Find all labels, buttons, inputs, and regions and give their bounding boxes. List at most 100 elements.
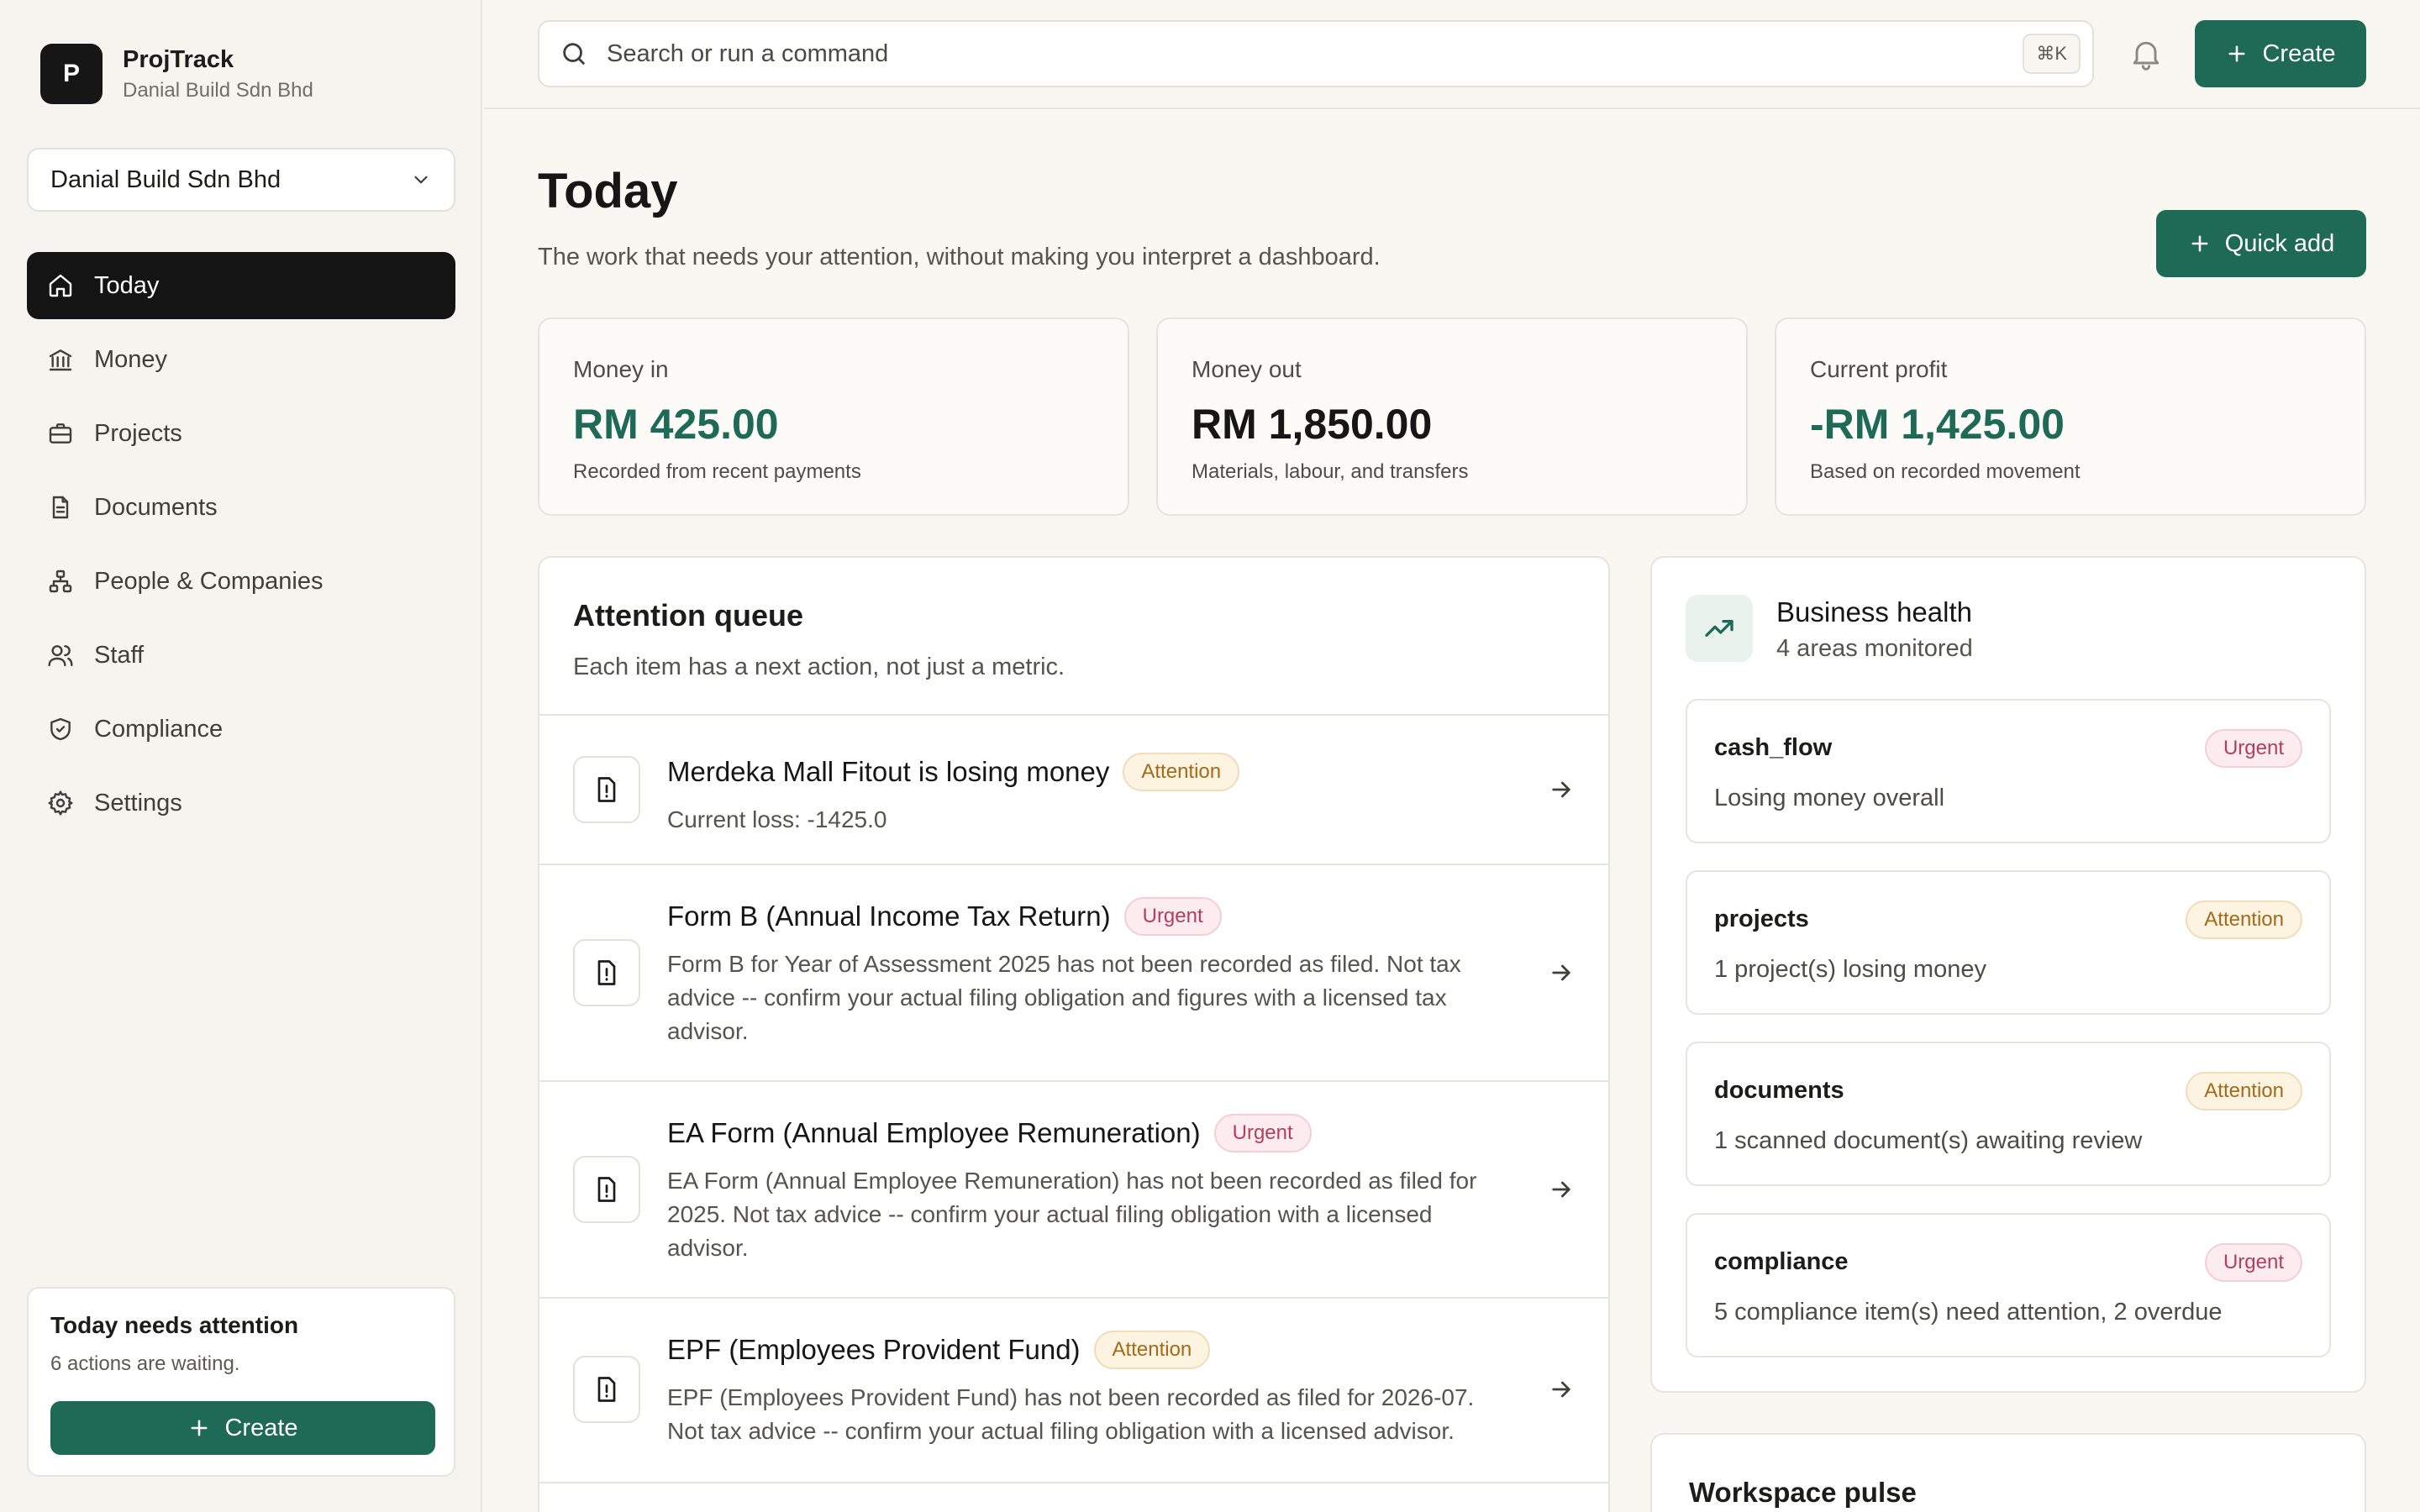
arrow-right-icon[interactable] (1548, 776, 1575, 803)
status-badge: Urgent (1213, 1114, 1312, 1152)
stat-label: Current profit (1810, 356, 1948, 382)
chevron-down-icon (414, 176, 428, 184)
sidebar-item-label: People & Companies (94, 567, 324, 595)
organization-select-value: Danial Build Sdn Bhd (50, 165, 281, 193)
plus-icon (2191, 235, 2208, 252)
stat-label: Money out (1192, 356, 1302, 382)
health-card-description: 1 project(s) losing money (1714, 956, 1986, 983)
business-health-subtitle: 4 areas monitored (1776, 635, 1973, 662)
sidebar-item-today[interactable]: Today (27, 252, 455, 319)
search-placeholder: Search or run a command (607, 39, 889, 67)
arrow-right-icon[interactable] (1548, 1376, 1575, 1403)
stat-value: -RM 1,425.00 (1810, 401, 2065, 448)
status-badge: Urgent (2204, 729, 2302, 768)
sidebar-nav: Today Money Projects Documents People & … (27, 252, 455, 843)
stat-value: RM 1,850.00 (1192, 401, 1433, 448)
status-badge: Attention (2186, 1072, 2302, 1110)
status-badge: Urgent (2204, 1243, 2302, 1282)
status-badge: Urgent (1123, 897, 1222, 936)
users-icon (48, 645, 73, 667)
attention-summary-title: Today needs attention (50, 1312, 299, 1338)
gear-icon (48, 790, 73, 816)
brand[interactable]: P ProjTrack Danial Build Sdn Bhd (40, 44, 313, 104)
alert-document-icon (573, 1156, 640, 1223)
brand-name: ProjTrack (123, 45, 234, 73)
shield-icon (50, 717, 71, 741)
shortcut-hint: ⌘K (2023, 34, 2081, 74)
workspace-pulse-panel: Workspace pulse (1650, 1433, 2366, 1512)
queue-item-title: Merdeka Mall Fitout is losing money (667, 756, 1110, 787)
health-card-name: compliance (1714, 1248, 1849, 1275)
health-card-name: cash_flow (1714, 734, 1833, 761)
queue-item[interactable]: Merdeka Mall Fitout is losing money Atte… (539, 716, 1608, 865)
queue-item[interactable]: EA Form (Annual Employee Remuneration) U… (539, 1082, 1608, 1299)
attention-queue: Attention queue Each item has a next act… (538, 556, 1610, 1512)
sidebar-item-documents[interactable]: Documents (27, 474, 455, 541)
stat-money-in[interactable]: Money in RM 425.00 Recorded from recent … (538, 318, 1129, 516)
arrow-right-icon[interactable] (1548, 959, 1575, 986)
document-icon (52, 496, 69, 519)
briefcase-icon (49, 423, 72, 444)
queue-item-description: Current loss: -1425.0 (667, 806, 887, 832)
workspace-pulse-title: Workspace pulse (1689, 1477, 1917, 1508)
bank-icon (49, 349, 72, 371)
attention-queue-title: Attention queue (573, 598, 803, 633)
quick-add-label: Quick add (2224, 229, 2335, 257)
health-card-description: 5 compliance item(s) need attention, 2 o… (1714, 1299, 2223, 1326)
status-badge: Attention (1093, 1331, 1211, 1369)
arrow-right-icon[interactable] (1548, 1176, 1575, 1203)
stat-current-profit[interactable]: Current profit -RM 1,425.00 Based on rec… (1775, 318, 2366, 516)
business-health-title: Business health (1776, 596, 1972, 627)
sidebar-item-projects[interactable]: Projects (27, 400, 455, 467)
sidebar-item-label: Money (94, 345, 168, 373)
stat-label: Money in (573, 356, 669, 382)
bell-icon[interactable] (2128, 34, 2165, 74)
health-card-projects[interactable]: projects Attention 1 project(s) losing m… (1686, 870, 2331, 1015)
sidebar-item-settings[interactable]: Settings (27, 769, 455, 837)
sidebar-item-label: Compliance (94, 715, 224, 743)
search-input[interactable]: Search or run a command ⌘K (538, 20, 2094, 87)
sidebar-item-label: Settings (94, 789, 182, 816)
queue-item[interactable]: EPF (Employees Provident Fund) Attention… (539, 1299, 1608, 1483)
sidebar-item-staff[interactable]: Staff (27, 622, 455, 689)
queue-item-title: EA Form (Annual Employee Remuneration) (667, 1117, 1201, 1148)
attention-summary-card: Today needs attention 6 actions are wait… (27, 1287, 455, 1477)
health-card-description: 1 scanned document(s) awaiting review (1714, 1127, 2143, 1154)
trending-up-icon (1686, 595, 1753, 662)
health-card-documents[interactable]: documents Attention 1 scanned document(s… (1686, 1042, 2331, 1186)
sidebar-item-people-companies[interactable]: People & Companies (27, 548, 455, 615)
stat-note: Materials, labour, and transfers (1192, 460, 1469, 483)
stat-note: Based on recorded movement (1810, 460, 2081, 483)
health-card-cash-flow[interactable]: cash_flow Urgent Losing money overall (1686, 699, 2331, 843)
org-chart-icon (49, 570, 72, 593)
page-title: Today (538, 164, 678, 218)
plus-icon (2229, 45, 2245, 62)
search-icon (563, 43, 585, 65)
queue-item-description: EPF (Employees Provident Fund) has not b… (667, 1384, 1475, 1444)
stat-note: Recorded from recent payments (573, 460, 861, 483)
business-health-panel: Business health 4 areas monitored cash_f… (1650, 556, 2366, 1393)
sidebar-create-label: Create (224, 1414, 298, 1441)
status-badge: Attention (2186, 900, 2302, 939)
organization-select[interactable]: Danial Build Sdn Bhd (27, 148, 455, 212)
page-subtitle: The work that needs your attention, with… (538, 244, 1381, 270)
attention-queue-subtitle: Each item has a next action, not just a … (573, 654, 1065, 680)
sidebar-create-button[interactable]: Create (50, 1401, 435, 1455)
sidebar-item-label: Projects (94, 419, 182, 447)
health-card-compliance[interactable]: compliance Urgent 5 compliance item(s) n… (1686, 1213, 2331, 1357)
attention-summary-subtitle: 6 actions are waiting. (50, 1352, 240, 1375)
brand-logo: P (40, 44, 103, 104)
sidebar-item-money[interactable]: Money (27, 326, 455, 393)
queue-item-title: EPF (Employees Provident Fund) (667, 1334, 1081, 1365)
quick-add-button[interactable]: Quick add (2156, 210, 2366, 277)
health-card-description: Losing money overall (1714, 785, 1945, 811)
sidebar-item-compliance[interactable]: Compliance (27, 696, 455, 763)
sidebar: P ProjTrack Danial Build Sdn Bhd Danial … (0, 0, 482, 1512)
create-button[interactable]: Create (2195, 20, 2366, 87)
queue-item-description: EA Form (Annual Employee Remuneration) h… (667, 1168, 1477, 1261)
create-button-label: Create (2262, 39, 2336, 67)
stat-money-out[interactable]: Money out RM 1,850.00 Materials, labour,… (1156, 318, 1748, 516)
brand-company: Danial Build Sdn Bhd (123, 78, 313, 102)
queue-item[interactable]: Form B (Annual Income Tax Return) Urgent… (539, 865, 1608, 1082)
health-card-name: projects (1714, 906, 1809, 932)
